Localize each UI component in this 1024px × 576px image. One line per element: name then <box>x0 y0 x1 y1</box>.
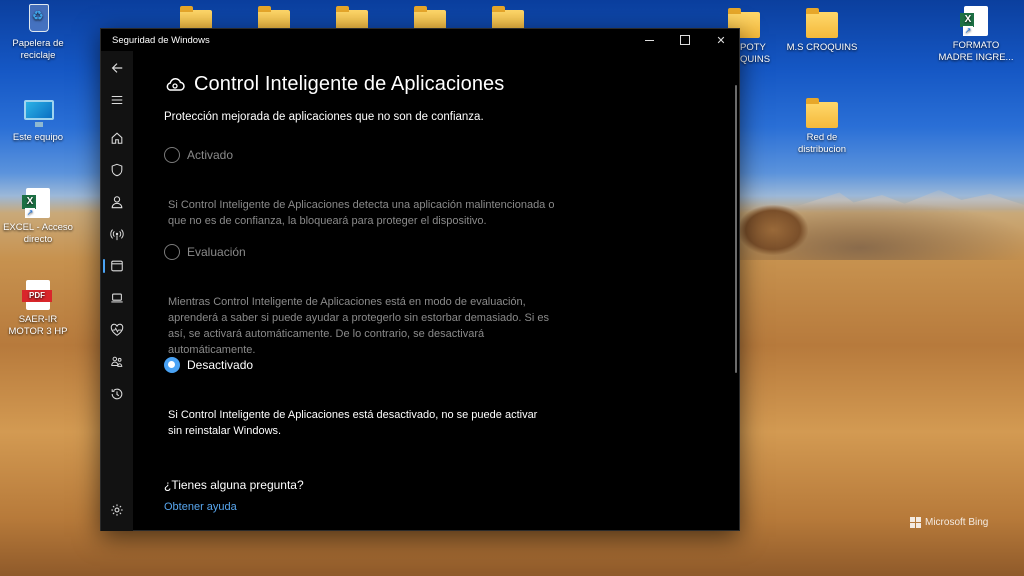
desert-rock <box>738 205 808 255</box>
laptop-icon <box>111 293 123 303</box>
folder-icon <box>806 8 838 38</box>
app-browser-icon <box>111 260 123 272</box>
nav-item-virus-protection[interactable] <box>101 157 133 183</box>
radio-option-evaluacion[interactable]: Evaluación <box>164 244 246 260</box>
desktop-folder[interactable] <box>180 6 212 32</box>
radio-button[interactable] <box>164 244 180 260</box>
radio-label: Evaluación <box>187 245 246 259</box>
radio-button[interactable] <box>164 147 180 163</box>
person-icon <box>111 196 123 209</box>
windows-security-window: Seguridad de Windows ✕ Control Inteligen… <box>100 28 740 531</box>
recycle-bin-icon <box>29 4 49 32</box>
page-title: Control Inteligente de Aplicaciones <box>194 73 505 95</box>
cloud-shield-icon <box>166 77 185 91</box>
maximize-button[interactable] <box>667 29 703 51</box>
desktop-folder[interactable] <box>414 6 446 32</box>
nav-item-protection-history[interactable] <box>101 381 133 407</box>
menu-button[interactable] <box>101 87 133 113</box>
option-description: Si Control Inteligente de Aplicaciones e… <box>168 409 538 437</box>
desktop-folder[interactable] <box>336 6 368 32</box>
desktop-icon-label: Este equipo <box>12 132 64 143</box>
page-header: Control Inteligente de Aplicaciones <box>164 73 504 96</box>
radio-label: Activado <box>187 148 234 162</box>
family-icon <box>111 356 123 367</box>
desktop-folder[interactable] <box>492 6 524 32</box>
back-button[interactable] <box>101 55 133 81</box>
shortcut-arrow-icon: ↗ <box>963 26 973 36</box>
menu-icon <box>111 95 123 105</box>
side-nav <box>101 51 133 531</box>
desktop-icon-recycle-bin[interactable]: Papelera de reciclaje <box>0 4 76 62</box>
scrollbar[interactable] <box>735 85 737 373</box>
wifi-icon <box>110 229 124 241</box>
desktop-icon-ms-croquins[interactable]: M.S CROQUINS <box>784 8 860 54</box>
desktop-icon-label: M.S CROQUINS <box>786 42 858 53</box>
main-content: Control Inteligente de Aplicaciones Prot… <box>133 51 739 531</box>
minimize-button[interactable] <box>631 29 667 51</box>
desktop-icon-label: Papelera de reciclaje <box>12 38 64 61</box>
home-icon <box>111 132 123 144</box>
radio-option-desactivado[interactable]: Desactivado <box>164 357 253 373</box>
help-question: ¿Tienes alguna pregunta? <box>164 478 304 492</box>
watermark-text: Microsoft Bing <box>925 517 989 528</box>
nav-item-home[interactable] <box>101 125 133 151</box>
window-title: Seguridad de Windows <box>112 35 210 46</box>
nav-item-app-browser-control[interactable] <box>101 253 133 279</box>
radio-button-selected[interactable] <box>164 357 180 373</box>
close-button[interactable]: ✕ <box>703 29 739 51</box>
desktop-icon-red-distribucion[interactable]: Red de distribucion <box>784 98 860 156</box>
nav-item-settings[interactable] <box>101 497 133 523</box>
desktop-folder[interactable] <box>258 6 290 32</box>
nav-item-family-options[interactable] <box>101 349 133 375</box>
bing-watermark: Microsoft Bing <box>910 517 988 528</box>
desktop-icon-label: EXCEL - Acceso directo <box>3 222 73 245</box>
get-help-link[interactable]: Obtener ayuda <box>164 501 237 513</box>
folder-icon <box>806 98 838 128</box>
option-description: Mientras Control Inteligente de Aplicaci… <box>168 296 549 356</box>
desktop-icon-label: FORMATO MADRE INGRE... <box>938 40 1014 63</box>
computer-icon <box>24 100 54 127</box>
history-icon <box>111 388 123 400</box>
option-description: Si Control Inteligente de Aplicaciones d… <box>168 199 555 227</box>
page-subtitle: Protección mejorada de aplicaciones que … <box>164 111 484 123</box>
back-icon <box>111 63 123 73</box>
nav-item-firewall[interactable] <box>101 221 133 247</box>
shield-icon <box>111 163 123 177</box>
title-bar[interactable]: Seguridad de Windows ✕ <box>101 29 739 51</box>
radio-option-activado[interactable]: Activado <box>164 147 233 163</box>
desktop-icon-formato-madre[interactable]: X ↗ FORMATO MADRE INGRE... <box>938 6 1014 64</box>
desktop-icon-this-pc[interactable]: Este equipo <box>0 98 76 144</box>
health-icon <box>110 323 124 336</box>
microsoft-logo-icon <box>910 517 921 528</box>
desktop-icon-label: Red de distribucion <box>797 132 847 155</box>
desktop-icon-excel-shortcut[interactable]: X ↗ EXCEL - Acceso directo <box>0 188 76 246</box>
pdf-icon: PDF <box>22 280 52 310</box>
shortcut-arrow-icon: ↗ <box>25 208 35 218</box>
desktop-icon-pdf[interactable]: PDF SAER-IR MOTOR 3 HP <box>0 280 76 338</box>
desktop-icon-label: SAER-IR MOTOR 3 HP <box>8 314 68 337</box>
radio-label: Desactivado <box>187 358 254 372</box>
nav-item-device-security[interactable] <box>101 285 133 311</box>
nav-item-device-health[interactable] <box>101 317 133 343</box>
nav-item-account-protection[interactable] <box>101 189 133 215</box>
gear-icon <box>111 504 123 516</box>
